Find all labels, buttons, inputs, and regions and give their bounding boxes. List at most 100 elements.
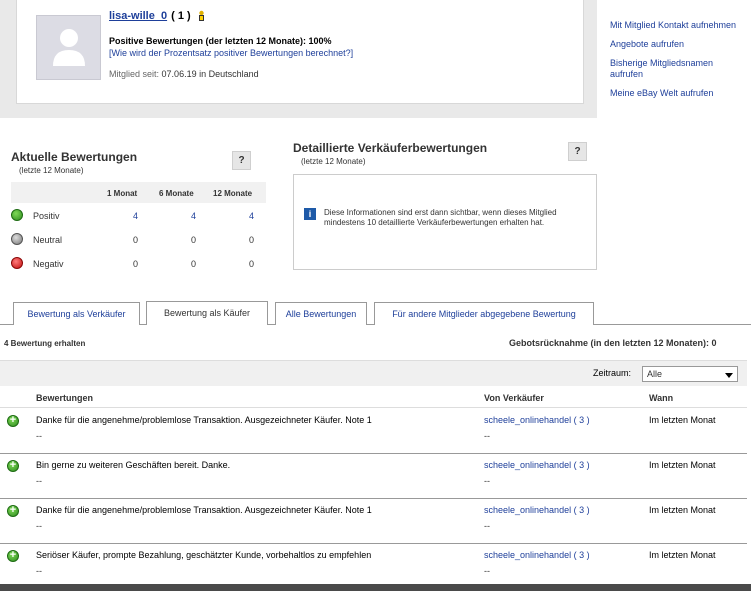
seller-cell: scheele_onlinehandel ( 3 ) — [484, 550, 590, 560]
rating-value: 0 — [191, 235, 197, 245]
feedback-text: Bin gerne zu weiteren Geschäften bereit.… — [36, 460, 231, 470]
feedback-detail: -- — [36, 566, 42, 576]
avatar — [36, 15, 101, 80]
rating-value: 0 — [249, 259, 255, 269]
col-1-month: 1 Monat — [107, 189, 138, 198]
info-icon: i — [304, 208, 316, 220]
side-links: Mit Mitglied Kontakt aufnehmen Angebote … — [610, 20, 745, 107]
feedback-text: Danke für die angenehme/problemlose Tran… — [36, 505, 372, 515]
detailed-ratings-subtitle: (letzte 12 Monate) — [301, 157, 366, 166]
feedback-time: Im letzten Monat — [649, 415, 716, 425]
feedback-row: Seriöser Käufer, prompte Bezahlung, gesc… — [0, 544, 747, 589]
previous-usernames-link[interactable]: Bisherige Mitgliedsnamen aufrufen — [610, 58, 745, 80]
period-select[interactable]: Alle — [642, 366, 738, 382]
feedback-text: Seriöser Käufer, prompte Bezahlung, gesc… — [36, 550, 372, 560]
detailed-info-text: Diese Informationen sind erst dann sicht… — [324, 208, 557, 227]
filter-bar — [0, 360, 747, 386]
seller-cell: scheele_onlinehandel ( 3 ) — [484, 415, 590, 425]
positive-icon — [7, 414, 19, 427]
period-select-value: Alle — [647, 369, 663, 379]
rating-label: Neutral — [33, 235, 63, 245]
feedback-received-count: 4 Bewertung erhalten — [4, 339, 86, 348]
seller-score-link[interactable]: ( 3 ) — [574, 415, 590, 425]
seller-detail: -- — [484, 566, 490, 576]
feedback-text: Danke für die angenehme/problemlose Tran… — [36, 415, 372, 425]
seller-cell: scheele_onlinehandel ( 3 ) — [484, 505, 590, 515]
seller-link[interactable]: scheele_onlinehandel — [484, 505, 571, 515]
positive-percentage: Positive Bewertungen (der letzten 12 Mon… — [109, 36, 332, 46]
tab-as-buyer[interactable]: Bewertung als Käufer — [146, 301, 268, 325]
feedback-count: ( 1 ) — [171, 10, 191, 22]
star-icon — [196, 10, 207, 22]
member-since-label: Mitglied seit: — [109, 69, 160, 79]
seller-cell: scheele_onlinehandel ( 3 ) — [484, 460, 590, 470]
positive-icon — [7, 504, 19, 517]
seller-link[interactable]: scheele_onlinehandel — [484, 460, 571, 470]
view-listings-link[interactable]: Angebote aufrufen — [610, 39, 745, 50]
rating-row-negative: Negativ 0 0 0 — [11, 251, 266, 275]
rating-value-link[interactable]: 4 — [249, 211, 254, 221]
user-silhouette-icon — [53, 29, 85, 66]
feedback-detail: -- — [36, 476, 42, 486]
feedback-tabs: Bewertung als Verkäufer Bewertung als Kä… — [0, 301, 751, 325]
bid-retractions: Gebotsrücknahme (in den letzten 12 Monat… — [509, 338, 717, 348]
positive-icon — [7, 459, 19, 472]
rating-label: Negativ — [33, 259, 64, 269]
percentage-help-link[interactable]: [Wie wird der Prozentsatz positiver Bewe… — [109, 48, 353, 58]
seller-score-link[interactable]: ( 3 ) — [574, 550, 590, 560]
rating-label: Positiv — [33, 211, 60, 221]
current-ratings-subtitle: (letzte 12 Monate) — [19, 166, 84, 175]
seller-score-link[interactable]: ( 3 ) — [574, 460, 590, 470]
username-link[interactable]: lisa-wille_0 — [109, 10, 167, 22]
neutral-icon — [11, 233, 23, 245]
col-6-months: 6 Monate — [159, 189, 194, 198]
rating-value: 0 — [133, 235, 139, 245]
seller-link[interactable]: scheele_onlinehandel — [484, 550, 571, 560]
feedback-row: Danke für die angenehme/problemlose Tran… — [0, 409, 747, 454]
help-button[interactable]: ? — [232, 151, 251, 170]
detailed-ratings-title: Detaillierte Verkäuferbewertungen — [293, 141, 488, 155]
chevron-down-icon — [725, 373, 733, 378]
seller-score-link[interactable]: ( 3 ) — [574, 505, 590, 515]
seller-detail: -- — [484, 521, 490, 531]
period-label: Zeitraum: — [593, 368, 632, 378]
tab-as-seller[interactable]: Bewertung als Verkäufer — [13, 302, 140, 325]
feedback-row: Danke für die angenehme/problemlose Tran… — [0, 499, 747, 544]
col-feedback: Bewertungen — [36, 393, 94, 403]
rating-value-link[interactable]: 4 — [191, 211, 196, 221]
ratings-table: 1 Monat 6 Monate 12 Monate Positiv 4 4 4… — [11, 182, 266, 275]
rating-value: 0 — [191, 259, 197, 269]
feedback-detail: -- — [36, 521, 42, 531]
feedback-time: Im letzten Monat — [649, 460, 716, 470]
tab-feedback-left-for-others[interactable]: Für andere Mitglieder abgegebene Bewertu… — [374, 302, 594, 325]
rating-value: 0 — [133, 259, 139, 269]
rating-value: 0 — [249, 235, 255, 245]
ratings-table-header: 1 Monat 6 Monate 12 Monate — [11, 182, 266, 203]
feedback-time: Im letzten Monat — [649, 505, 716, 515]
positive-icon — [7, 549, 19, 562]
current-ratings-title: Aktuelle Bewertungen — [11, 150, 138, 164]
seller-link[interactable]: scheele_onlinehandel — [484, 415, 571, 425]
feedback-time: Im letzten Monat — [649, 550, 716, 560]
member-since-value: 07.06.19 in Deutschland — [161, 69, 259, 79]
seller-detail: -- — [484, 476, 490, 486]
positive-icon — [11, 209, 23, 221]
contact-member-link[interactable]: Mit Mitglied Kontakt aufnehmen — [610, 20, 745, 31]
rating-row-positive: Positiv 4 4 4 — [11, 203, 266, 227]
col-seller: Von Verkäufer — [484, 393, 544, 403]
feedback-row: Bin gerne zu weiteren Geschäften bereit.… — [0, 454, 747, 499]
rating-row-neutral: Neutral 0 0 0 — [11, 227, 266, 251]
feedback-list-header: Bewertungen Von Verkäufer Wann — [0, 388, 747, 408]
col-when: Wann — [649, 393, 674, 403]
tab-all-feedback[interactable]: Alle Bewertungen — [275, 302, 367, 325]
seller-detail: -- — [484, 431, 490, 441]
window-bottom-edge — [0, 584, 751, 591]
feedback-detail: -- — [36, 431, 42, 441]
help-button[interactable]: ? — [568, 142, 587, 161]
my-ebay-world-link[interactable]: Meine eBay Welt aufrufen — [610, 88, 745, 99]
negative-icon — [11, 257, 23, 269]
col-12-months: 12 Monate — [213, 189, 253, 198]
member-since: Mitglied seit: 07.06.19 in Deutschland — [109, 69, 259, 79]
username-line: lisa-wille_0 ( 1 ) — [109, 10, 207, 22]
rating-value-link[interactable]: 4 — [133, 211, 138, 221]
